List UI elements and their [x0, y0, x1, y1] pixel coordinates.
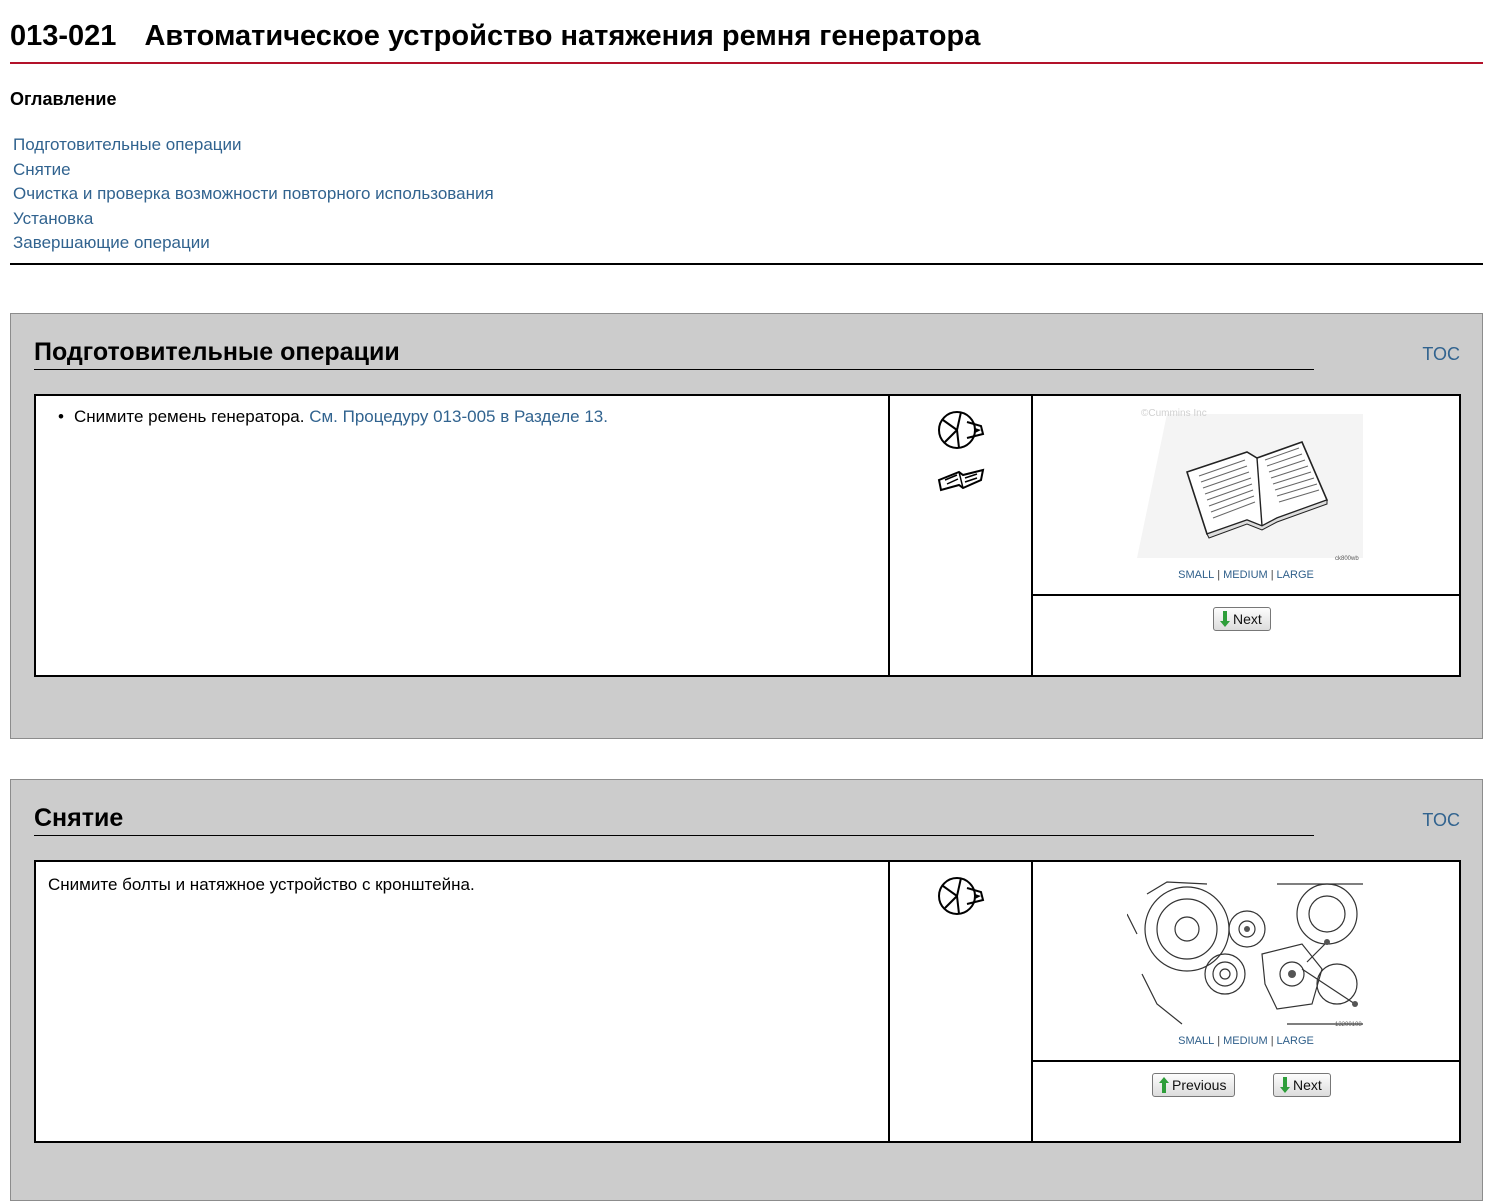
toc-link[interactable]: TOC	[1422, 810, 1460, 831]
title-rule	[10, 62, 1483, 64]
wrench-icon	[938, 877, 985, 915]
size-medium-link[interactable]: MEDIUM	[1223, 1035, 1268, 1047]
toc-item: Подготовительные операции	[13, 133, 494, 158]
toc-link-installation[interactable]: Установка	[13, 209, 93, 228]
toc-link-removal[interactable]: Снятие	[13, 160, 71, 179]
toc-link-cleaning-inspection[interactable]: Очистка и проверка возможности повторног…	[13, 184, 494, 203]
step-media-cell: ©Cummins Inc ck800wb SMALL | MEDIUM | LARGE …	[1033, 396, 1459, 675]
step-instruction: Снимите болты и натяжное устройство с кр…	[48, 875, 475, 894]
tensioner-removal-illustration[interactable]	[1127, 874, 1363, 1030]
section-title: Снятие	[34, 804, 124, 832]
step-text-cell: Снимите ремень генератора. См. Процедуру…	[36, 396, 890, 675]
arrow-down-icon	[1280, 1077, 1290, 1093]
figure-watermark: ©Cummins Inc	[1141, 408, 1207, 419]
step-table: Снимите болты и натяжное устройство с кр…	[34, 860, 1461, 1143]
size-large-link[interactable]: LARGE	[1277, 1035, 1314, 1047]
size-large-link[interactable]: LARGE	[1277, 569, 1314, 581]
procedure-title: Автоматическое устройство натяжения ремн…	[144, 20, 981, 52]
figure-number: 13200108	[1335, 1022, 1362, 1028]
image-size-links: SMALL | MEDIUM | LARGE	[1178, 569, 1314, 581]
manual-book-illustration[interactable]	[1127, 408, 1363, 564]
step-table: Снимите ремень генератора. См. Процедуру…	[34, 394, 1461, 677]
previous-button[interactable]: Previous	[1152, 1073, 1236, 1097]
step-text-cell: Снимите болты и натяжное устройство с кр…	[36, 862, 890, 1141]
step-icons-cell	[890, 396, 1033, 675]
media-divider	[1033, 594, 1459, 596]
media-divider	[1033, 1060, 1459, 1062]
toc-link-finishing[interactable]: Завершающие операции	[13, 233, 210, 252]
section-removal: Снятие TOC Снимите болты и натяжное устр…	[10, 779, 1483, 1201]
toc-heading: Оглавление	[10, 89, 117, 109]
image-size-links: SMALL | MEDIUM | LARGE	[1178, 1035, 1314, 1047]
section-rule	[34, 369, 1314, 370]
procedure-code: 013-021	[10, 20, 117, 52]
toc-link-preparation[interactable]: Подготовительные операции	[13, 135, 242, 154]
step-media-cell: 13200108 SMALL | MEDIUM | LARGE Previous Nex…	[1033, 862, 1459, 1141]
toc-item: Завершающие операции	[13, 231, 494, 256]
step-icons-cell	[890, 862, 1033, 1141]
next-button[interactable]: Next	[1273, 1073, 1331, 1097]
toc-item: Очистка и проверка возможности повторног…	[13, 182, 494, 207]
toc-item: Снятие	[13, 158, 494, 183]
next-button-label: Next	[1293, 1077, 1322, 1093]
section-rule	[34, 835, 1314, 836]
toc-list: Подготовительные операции Снятие Очистка…	[13, 133, 494, 256]
next-button-label: Next	[1233, 611, 1262, 627]
page-title: 013-021 Автоматическое устройство натяжен…	[10, 20, 980, 53]
step-instruction-text: Снимите ремень генератора.	[74, 407, 305, 426]
size-small-link[interactable]: SMALL	[1178, 569, 1214, 581]
book-icon	[937, 468, 985, 492]
next-button[interactable]: Next	[1213, 607, 1271, 631]
procedure-reference-link[interactable]: См. Процедуру 013-005 в Разделе 13.	[309, 407, 608, 426]
figure-number: ck800wb	[1335, 556, 1359, 562]
wrench-icon	[938, 411, 985, 449]
step-instruction: Снимите ремень генератора. См. Процедуру…	[58, 406, 608, 428]
size-medium-link[interactable]: MEDIUM	[1223, 569, 1268, 581]
toc-link[interactable]: TOC	[1422, 344, 1460, 365]
section-title: Подготовительные операции	[34, 338, 400, 366]
toc-rule	[10, 263, 1483, 265]
size-small-link[interactable]: SMALL	[1178, 1035, 1214, 1047]
arrow-up-icon	[1159, 1077, 1169, 1093]
arrow-down-icon	[1220, 611, 1230, 627]
previous-button-label: Previous	[1172, 1077, 1227, 1093]
section-preparation: Подготовительные операции TOC Снимите ре…	[10, 313, 1483, 739]
toc-item: Установка	[13, 207, 494, 232]
